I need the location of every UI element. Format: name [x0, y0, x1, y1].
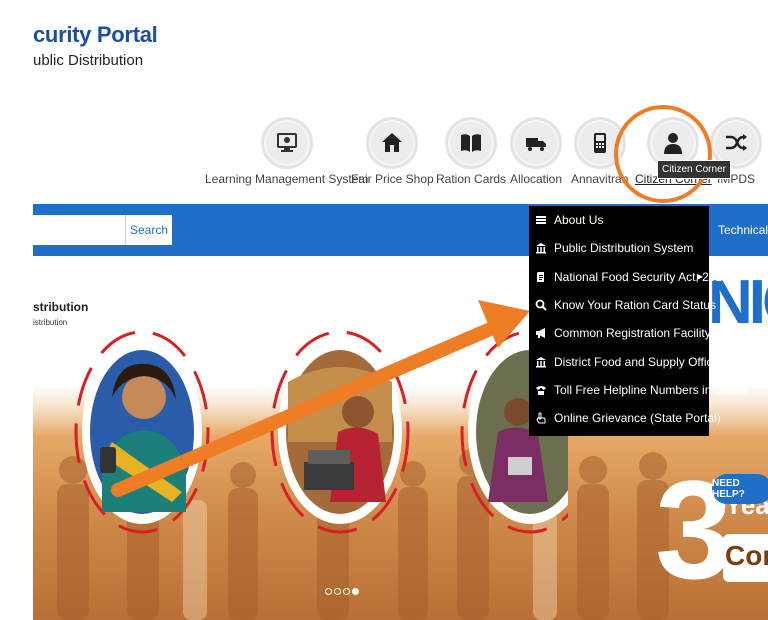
- page: curity Portal ublic Distribution Learnin…: [0, 0, 768, 620]
- menu-item-toll-free-helpline[interactable]: Toll Free Helpline Numbers in States: [529, 376, 749, 404]
- building-icon: [535, 242, 547, 254]
- menu-item-label: Public Distribution System: [554, 241, 694, 256]
- menu-item-district-offices[interactable]: District Food and Supply Offices: [529, 347, 725, 375]
- menu-item-label: Know Your Ration Card Status: [554, 298, 717, 313]
- document-icon: [535, 271, 547, 283]
- menu-item-label: District Food and Supply Offices: [554, 354, 726, 369]
- menu-item-know-your-ration-card-status[interactable]: Know Your Ration Card Status: [529, 291, 716, 319]
- menu-item-label: About Us: [554, 213, 604, 228]
- menu-item-label: Online Grievance (State Portal): [554, 411, 721, 426]
- carousel-dot[interactable]: [334, 588, 341, 595]
- list-icon: [535, 214, 547, 226]
- carousel-dots: [325, 588, 359, 595]
- menu-item-nfsa-2013[interactable]: National Food Security Act, 2013 ▶: [529, 263, 729, 291]
- carousel-dot[interactable]: [343, 588, 350, 595]
- menu-item-public-distribution-system[interactable]: Public Distribution System: [529, 234, 709, 262]
- phone-icon: [535, 384, 547, 396]
- menu-item-about-us[interactable]: About Us: [529, 206, 709, 234]
- menu-item-label: Toll Free Helpline Numbers in States: [554, 382, 749, 397]
- citizen-corner-dropdown: About Us Public Distribution System Nati…: [529, 206, 749, 436]
- megaphone-icon: [535, 327, 547, 339]
- carousel-dot-active[interactable]: [352, 588, 359, 595]
- menu-item-online-grievance[interactable]: Online Grievance (State Portal): [529, 404, 721, 432]
- need-help-button[interactable]: NEED HELP?: [712, 474, 768, 504]
- hand-pointer-icon: [535, 412, 547, 424]
- menu-item-label: Common Registration Facility (CRF): [554, 326, 747, 341]
- building-icon: [535, 356, 547, 368]
- menu-item-crf[interactable]: Common Registration Facility (CRF): [529, 319, 747, 347]
- chevron-right-icon: ▶: [696, 272, 703, 282]
- carousel-dot[interactable]: [325, 588, 332, 595]
- banner-comp-text: Comp: [725, 540, 768, 571]
- search-icon: [535, 299, 547, 311]
